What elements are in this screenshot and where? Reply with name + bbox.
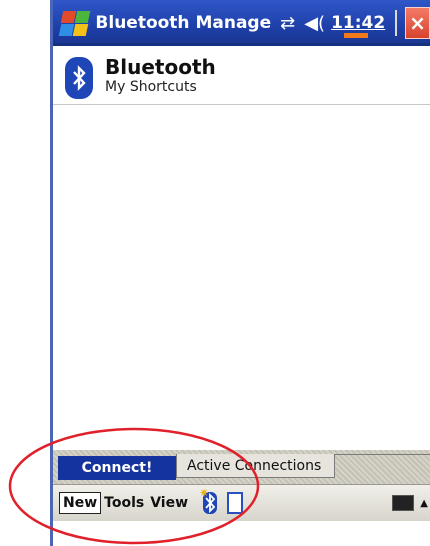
tools-menu[interactable]: Tools <box>101 495 147 511</box>
titlebar-separator <box>395 10 398 36</box>
page-title: Bluetooth <box>105 55 216 79</box>
list-view-icon[interactable] <box>227 492 244 514</box>
speaker-icon[interactable]: ◀( <box>304 13 325 34</box>
menu-bar: New Tools View ✷ ▲ <box>53 484 430 521</box>
tab-active-connections-label: Active Connections <box>187 457 322 474</box>
connectivity-icon[interactable]: ⇄ <box>280 13 295 34</box>
window-title: Bluetooth Manage <box>95 13 272 33</box>
view-menu[interactable]: View <box>147 495 191 511</box>
clock-label: 11:42 <box>331 13 386 33</box>
title-bar: Bluetooth Manage ⇄ ◀( 11:42 × <box>53 0 430 46</box>
shortcuts-list-area[interactable] <box>53 105 430 450</box>
new-menu[interactable]: New <box>59 492 102 514</box>
sip-arrow-icon[interactable]: ▲ <box>420 498 428 509</box>
tab-strip-line <box>335 454 430 455</box>
tab-strip: Connect! Active Connections <box>53 450 430 484</box>
close-button[interactable]: × <box>405 7 430 39</box>
star-icon: ✷ <box>199 486 210 500</box>
keyboard-icon[interactable] <box>392 495 415 511</box>
page-subtitle: My Shortcuts <box>105 79 197 95</box>
close-icon: × <box>409 11 426 35</box>
bluetooth-icon <box>65 57 93 99</box>
page-header: Bluetooth My Shortcuts <box>53 46 430 106</box>
clock[interactable]: 11:42 <box>331 13 386 38</box>
bluetooth-shortcut-icon[interactable]: ✷ <box>199 486 218 514</box>
header-text: Bluetooth My Shortcuts <box>105 56 216 106</box>
clock-indicator <box>344 33 369 38</box>
tab-connect[interactable]: Connect! <box>58 456 176 480</box>
tab-active-connections[interactable]: Active Connections <box>176 454 335 478</box>
windows-start-icon[interactable] <box>57 8 91 38</box>
device-screen: Bluetooth Manage ⇄ ◀( 11:42 × Bluetooth … <box>50 0 430 546</box>
